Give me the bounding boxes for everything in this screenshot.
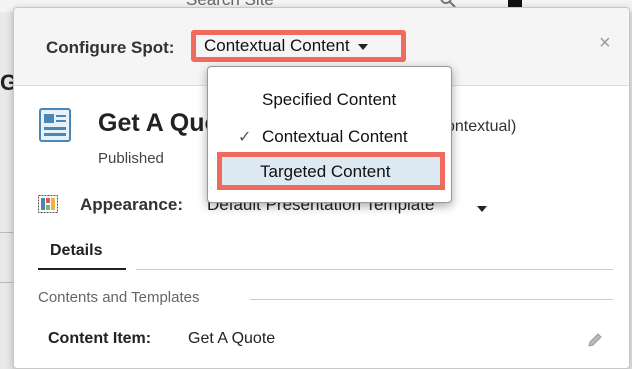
configure-spot-label: Configure Spot:	[46, 38, 175, 57]
menu-item-specified-content[interactable]: Specified Content	[208, 85, 451, 115]
edit-icon[interactable]	[587, 332, 603, 353]
chevron-down-icon	[357, 44, 368, 50]
tab-details[interactable]: Details	[38, 240, 126, 270]
menu-item-label: Contextual Content	[262, 127, 408, 146]
section-divider	[250, 299, 613, 300]
tab-divider	[136, 269, 613, 270]
background-divider	[0, 282, 13, 283]
status-text: Published	[98, 150, 164, 167]
spot-type-select[interactable]: Contextual Content	[191, 30, 406, 62]
chevron-down-icon[interactable]	[477, 206, 487, 212]
close-button[interactable]: ×	[599, 32, 611, 55]
checkmark-icon: ✓	[238, 129, 252, 146]
section-heading: Contents and Templates	[38, 289, 200, 306]
content-item-value: Get A Quote	[188, 330, 276, 347]
document-icon	[39, 108, 71, 142]
content-title: Get A Quo	[98, 109, 220, 137]
spot-type-value: Contextual Content	[204, 36, 350, 55]
content-title-suffix: ontextual)	[446, 118, 517, 135]
content-item-label: Content Item:	[48, 330, 152, 347]
background-divider	[0, 232, 13, 233]
appearance-label: Appearance:	[80, 195, 183, 214]
menu-item-label: Specified Content	[262, 90, 397, 109]
menu-item-targeted-content[interactable]: Targeted Content	[217, 152, 445, 190]
menu-item-contextual-content[interactable]: ✓ Contextual Content	[208, 122, 451, 152]
appearance-icon	[38, 195, 58, 213]
menu-item-label: Targeted Content	[260, 162, 391, 181]
